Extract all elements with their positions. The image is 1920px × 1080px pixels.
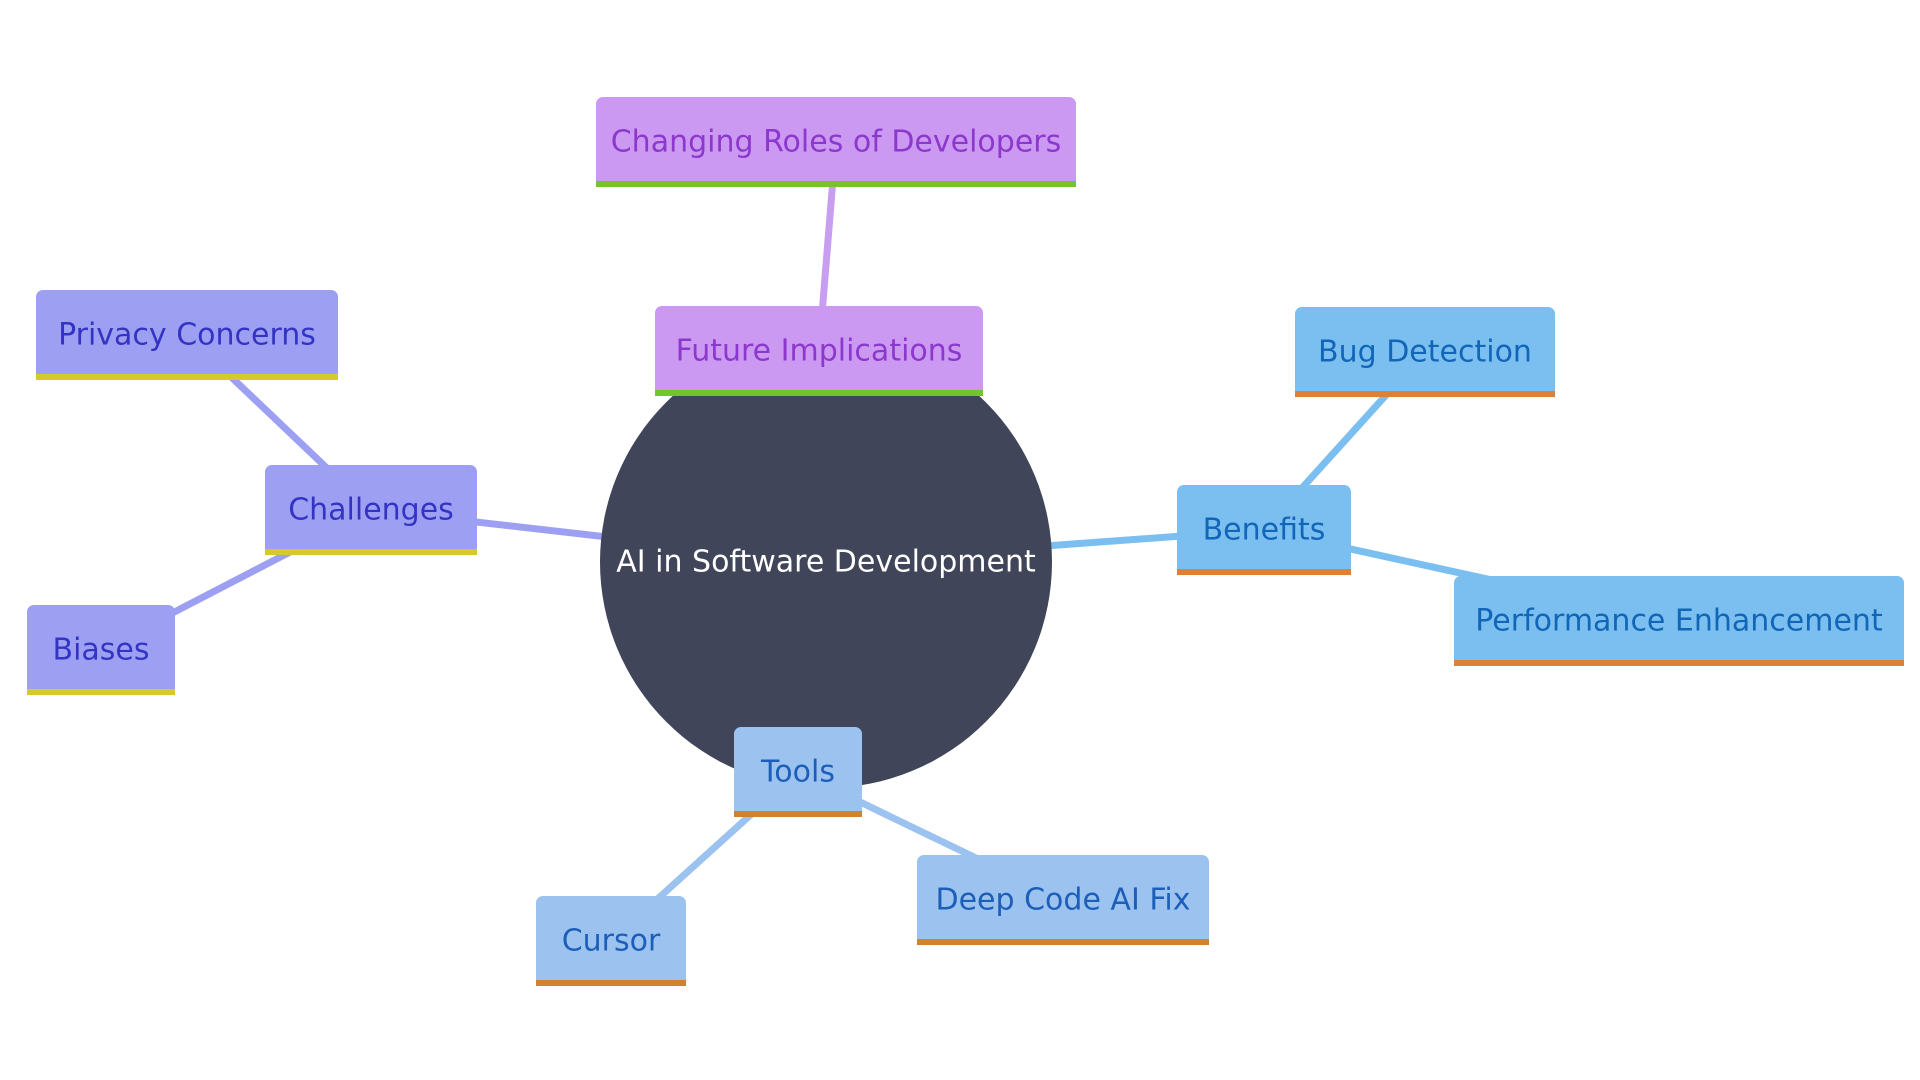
roles-underline — [596, 181, 1076, 187]
perf-underline — [1454, 660, 1904, 666]
roles-node: Changing Roles of Developers — [596, 97, 1076, 187]
bug-label: Bug Detection — [1318, 335, 1532, 370]
challenges-node: Challenges — [265, 465, 477, 555]
tools-node: Tools — [734, 727, 862, 817]
central-topic-node: AI in Software Development — [600, 336, 1052, 788]
biases-node: Biases — [27, 605, 175, 695]
biases-label: Biases — [52, 633, 149, 668]
bug-node: Bug Detection — [1295, 307, 1555, 397]
deepcode-node: Deep Code AI Fix — [917, 855, 1209, 945]
privacy-label: Privacy Concerns — [58, 318, 316, 353]
cursor-label: Cursor — [562, 924, 661, 959]
bug-underline — [1295, 391, 1555, 397]
benefits-underline — [1177, 569, 1351, 575]
roles-label: Changing Roles of Developers — [611, 125, 1062, 160]
tools-underline — [734, 811, 862, 817]
perf-label: Performance Enhancement — [1475, 604, 1883, 639]
future-underline — [655, 390, 983, 396]
cursor-underline — [536, 980, 686, 986]
future-label: Future Implications — [676, 334, 963, 369]
benefits-label: Benefits — [1203, 513, 1326, 548]
tools-label: Tools — [760, 755, 835, 790]
biases-underline — [27, 689, 175, 695]
benefits-node: Benefits — [1177, 485, 1351, 575]
central-topic-label: AI in Software Development — [616, 545, 1036, 580]
challenges-underline — [265, 549, 477, 555]
privacy-node: Privacy Concerns — [36, 290, 338, 380]
deepcode-label: Deep Code AI Fix — [936, 883, 1191, 918]
mind-map: AI in Software Development Changing Roles… — [27, 97, 1904, 986]
cursor-node: Cursor — [536, 896, 686, 986]
future-node: Future Implications — [655, 306, 983, 396]
perf-node: Performance Enhancement — [1454, 576, 1904, 666]
challenges-label: Challenges — [288, 493, 454, 528]
deepcode-underline — [917, 939, 1209, 945]
privacy-underline — [36, 374, 338, 380]
